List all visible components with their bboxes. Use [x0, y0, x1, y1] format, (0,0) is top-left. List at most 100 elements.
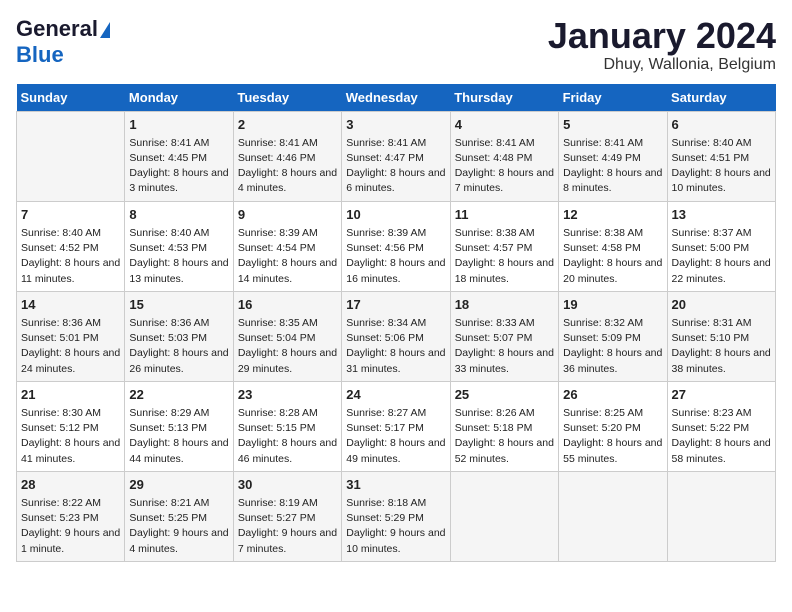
logo: General Blue — [16, 16, 110, 68]
day-number: 11 — [455, 206, 554, 224]
day-number: 14 — [21, 296, 120, 314]
day-number: 28 — [21, 476, 120, 494]
day-number: 26 — [563, 386, 662, 404]
weekday-header-saturday: Saturday — [667, 84, 775, 112]
calendar-cell: 7 Sunrise: 8:40 AMSunset: 4:52 PMDaylight… — [17, 201, 125, 291]
day-number: 1 — [129, 116, 228, 134]
week-row-2: 7 Sunrise: 8:40 AMSunset: 4:52 PMDaylight… — [17, 201, 776, 291]
calendar-cell: 3Sunrise: 8:41 AMSunset: 4:47 PMDaylight… — [342, 111, 450, 201]
day-info: Sunrise: 8:25 AMSunset: 5:20 PMDaylight:… — [563, 406, 662, 467]
day-number: 29 — [129, 476, 228, 494]
day-info: Sunrise: 8:36 AMSunset: 5:01 PMDaylight:… — [21, 316, 120, 377]
calendar-subtitle: Dhuy, Wallonia, Belgium — [548, 56, 776, 74]
day-info: Sunrise: 8:40 AMSunset: 4:53 PMDaylight:… — [129, 226, 228, 287]
day-number: 5 — [563, 116, 662, 134]
calendar-cell: 5 Sunrise: 8:41 AMSunset: 4:49 PMDaylight… — [559, 111, 667, 201]
week-row-1: 1 Sunrise: 8:41 AMSunset: 4:45 PMDaylight… — [17, 111, 776, 201]
calendar-cell: 4 Sunrise: 8:41 AMSunset: 4:48 PMDaylight… — [450, 111, 558, 201]
calendar-cell: 12 Sunrise: 8:38 AMSunset: 4:58 PMDayligh… — [559, 201, 667, 291]
day-info: Sunrise: 8:18 AMSunset: 5:29 PMDaylight:… — [346, 496, 445, 557]
day-info: Sunrise: 8:38 AMSunset: 4:57 PMDaylight:… — [455, 226, 554, 287]
day-info: Sunrise: 8:39 AMSunset: 4:56 PMDaylight:… — [346, 226, 445, 287]
weekday-header-thursday: Thursday — [450, 84, 558, 112]
calendar-cell: 21 Sunrise: 8:30 AMSunset: 5:12 PMDayligh… — [17, 381, 125, 471]
day-number: 24 — [346, 386, 445, 404]
weekday-header-row: SundayMondayTuesdayWednesdayThursdayFrid… — [17, 84, 776, 112]
calendar-cell: 15 Sunrise: 8:36 AMSunset: 5:03 PMDayligh… — [125, 291, 233, 381]
day-number: 27 — [672, 386, 771, 404]
day-info: Sunrise: 8:30 AMSunset: 5:12 PMDaylight:… — [21, 406, 120, 467]
day-number: 17 — [346, 296, 445, 314]
calendar-cell: 11 Sunrise: 8:38 AMSunset: 4:57 PMDayligh… — [450, 201, 558, 291]
calendar-cell: 17Sunrise: 8:34 AMSunset: 5:06 PMDayligh… — [342, 291, 450, 381]
day-info: Sunrise: 8:28 AMSunset: 5:15 PMDaylight:… — [238, 406, 337, 467]
logo-general-text: General — [16, 16, 98, 41]
page-header: General Blue January 2024 Dhuy, Wallonia… — [16, 16, 776, 74]
day-info: Sunrise: 8:22 AMSunset: 5:23 PMDaylight:… — [21, 496, 120, 557]
day-number: 23 — [238, 386, 337, 404]
weekday-header-tuesday: Tuesday — [233, 84, 341, 112]
weekday-header-wednesday: Wednesday — [342, 84, 450, 112]
logo-triangle-icon — [100, 22, 110, 38]
day-number: 8 — [129, 206, 228, 224]
calendar-cell: 29 Sunrise: 8:21 AMSunset: 5:25 PMDayligh… — [125, 471, 233, 561]
calendar-cell: 23 Sunrise: 8:28 AMSunset: 5:15 PMDayligh… — [233, 381, 341, 471]
day-info: Sunrise: 8:40 AMSunset: 4:52 PMDaylight:… — [21, 226, 120, 287]
day-info: Sunrise: 8:39 AMSunset: 4:54 PMDaylight:… — [238, 226, 337, 287]
day-info: Sunrise: 8:38 AMSunset: 4:58 PMDaylight:… — [563, 226, 662, 287]
day-number: 6 — [672, 116, 771, 134]
day-number: 7 — [21, 206, 120, 224]
day-info: Sunrise: 8:31 AMSunset: 5:10 PMDaylight:… — [672, 316, 771, 377]
day-info: Sunrise: 8:41 AMSunset: 4:46 PMDaylight:… — [238, 136, 337, 197]
day-number: 19 — [563, 296, 662, 314]
calendar-cell: 25Sunrise: 8:26 AMSunset: 5:18 PMDayligh… — [450, 381, 558, 471]
day-number: 4 — [455, 116, 554, 134]
calendar-cell: 26 Sunrise: 8:25 AMSunset: 5:20 PMDayligh… — [559, 381, 667, 471]
day-number: 21 — [21, 386, 120, 404]
calendar-cell: 9 Sunrise: 8:39 AMSunset: 4:54 PMDaylight… — [233, 201, 341, 291]
calendar-cell: 18 Sunrise: 8:33 AMSunset: 5:07 PMDayligh… — [450, 291, 558, 381]
day-number: 3 — [346, 116, 445, 134]
day-number: 31 — [346, 476, 445, 494]
day-info: Sunrise: 8:21 AMSunset: 5:25 PMDaylight:… — [129, 496, 228, 557]
day-info: Sunrise: 8:41 AMSunset: 4:48 PMDaylight:… — [455, 136, 554, 197]
week-row-5: 28 Sunrise: 8:22 AMSunset: 5:23 PMDayligh… — [17, 471, 776, 561]
day-number: 12 — [563, 206, 662, 224]
day-info: Sunrise: 8:36 AMSunset: 5:03 PMDaylight:… — [129, 316, 228, 377]
day-info: Sunrise: 8:29 AMSunset: 5:13 PMDaylight:… — [129, 406, 228, 467]
title-block: January 2024 Dhuy, Wallonia, Belgium — [548, 16, 776, 74]
calendar-cell: 16Sunrise: 8:35 AMSunset: 5:04 PMDayligh… — [233, 291, 341, 381]
day-number: 22 — [129, 386, 228, 404]
day-info: Sunrise: 8:37 AMSunset: 5:00 PMDaylight:… — [672, 226, 771, 287]
day-number: 15 — [129, 296, 228, 314]
day-info: Sunrise: 8:19 AMSunset: 5:27 PMDaylight:… — [238, 496, 337, 557]
day-info: Sunrise: 8:33 AMSunset: 5:07 PMDaylight:… — [455, 316, 554, 377]
day-info: Sunrise: 8:41 AMSunset: 4:49 PMDaylight:… — [563, 136, 662, 197]
weekday-header-sunday: Sunday — [17, 84, 125, 112]
day-number: 9 — [238, 206, 337, 224]
calendar-cell: 13 Sunrise: 8:37 AMSunset: 5:00 PMDayligh… — [667, 201, 775, 291]
day-number: 18 — [455, 296, 554, 314]
calendar-cell: 2 Sunrise: 8:41 AMSunset: 4:46 PMDaylight… — [233, 111, 341, 201]
calendar-title: January 2024 — [548, 16, 776, 56]
day-info: Sunrise: 8:41 AMSunset: 4:45 PMDaylight:… — [129, 136, 228, 197]
calendar-cell: 10Sunrise: 8:39 AMSunset: 4:56 PMDayligh… — [342, 201, 450, 291]
day-info: Sunrise: 8:40 AMSunset: 4:51 PMDaylight:… — [672, 136, 771, 197]
day-number: 13 — [672, 206, 771, 224]
week-row-4: 21 Sunrise: 8:30 AMSunset: 5:12 PMDayligh… — [17, 381, 776, 471]
calendar-table: SundayMondayTuesdayWednesdayThursdayFrid… — [16, 84, 776, 562]
calendar-cell — [17, 111, 125, 201]
calendar-cell: 31 Sunrise: 8:18 AMSunset: 5:29 PMDayligh… — [342, 471, 450, 561]
calendar-cell — [559, 471, 667, 561]
calendar-cell: 6 Sunrise: 8:40 AMSunset: 4:51 PMDaylight… — [667, 111, 775, 201]
day-info: Sunrise: 8:26 AMSunset: 5:18 PMDaylight:… — [455, 406, 554, 467]
calendar-cell: 30 Sunrise: 8:19 AMSunset: 5:27 PMDayligh… — [233, 471, 341, 561]
calendar-cell: 19Sunrise: 8:32 AMSunset: 5:09 PMDayligh… — [559, 291, 667, 381]
day-number: 30 — [238, 476, 337, 494]
day-number: 16 — [238, 296, 337, 314]
calendar-cell: 27 Sunrise: 8:23 AMSunset: 5:22 PMDayligh… — [667, 381, 775, 471]
calendar-cell: 8 Sunrise: 8:40 AMSunset: 4:53 PMDaylight… — [125, 201, 233, 291]
day-number: 2 — [238, 116, 337, 134]
day-info: Sunrise: 8:23 AMSunset: 5:22 PMDaylight:… — [672, 406, 771, 467]
calendar-cell — [450, 471, 558, 561]
